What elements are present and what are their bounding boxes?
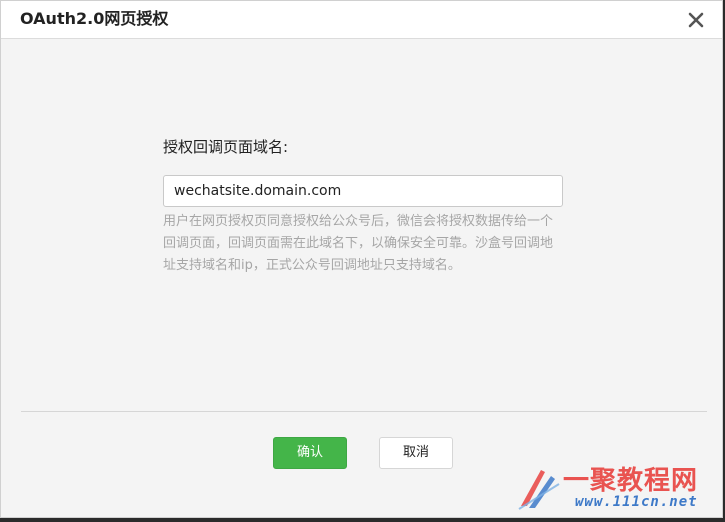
callback-domain-input[interactable]: [163, 175, 563, 207]
dialog-header: OAuth2.0网页授权: [1, 1, 722, 39]
callback-domain-label: 授权回调页面域名:: [163, 138, 289, 156]
confirm-button[interactable]: 确认: [273, 437, 347, 469]
dialog-title: OAuth2.0网页授权: [20, 9, 169, 28]
footer-divider: [21, 411, 707, 412]
site-watermark: 一聚教程网 www.111cn.net: [515, 458, 720, 516]
dialog-body: 授权回调页面域名: 用户在网页授权页同意授权给公众号后，微信会将授权数据传给一个…: [1, 39, 722, 411]
oauth-dialog: OAuth2.0网页授权 授权回调页面域名: 用户在网页授权页同意授权给公众号后…: [0, 0, 723, 518]
close-icon-graphic: [688, 12, 704, 28]
watermark-logo-icon: [518, 470, 560, 510]
close-icon[interactable]: [686, 10, 706, 30]
watermark-url: www.111cn.net: [575, 494, 698, 510]
watermark-text: 一聚教程网: [563, 466, 699, 496]
cancel-button[interactable]: 取消: [379, 437, 453, 469]
callback-domain-hint: 用户在网页授权页同意授权给公众号后，微信会将授权数据传给一个回调页面，回调页面需…: [163, 214, 554, 273]
